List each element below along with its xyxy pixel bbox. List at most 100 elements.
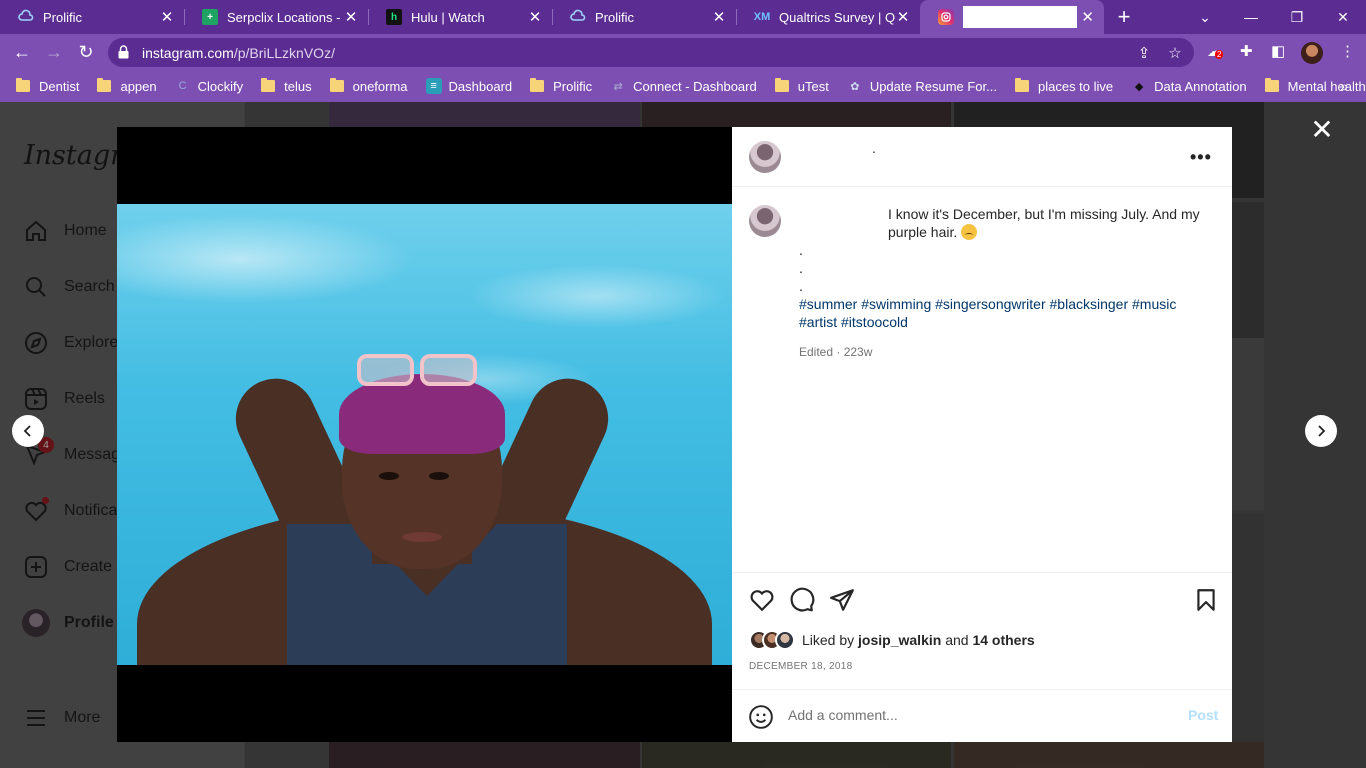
extension-icon[interactable]: ☁2: [1207, 42, 1224, 60]
bookmark-dashboard[interactable]: ≡ Dashboard: [425, 78, 512, 94]
more-options-icon[interactable]: •••: [1190, 147, 1212, 168]
author-avatar[interactable]: [749, 141, 781, 173]
bookmark-star-icon[interactable]: ☆: [1166, 44, 1184, 62]
bookmarks-overflow-icon[interactable]: »: [1340, 78, 1348, 94]
post-photo[interactable]: [117, 204, 732, 665]
liked-others[interactable]: 14 others: [972, 632, 1034, 648]
tab-title: Serpclix Locations - Go: [227, 9, 344, 25]
minimize-icon[interactable]: —: [1228, 0, 1274, 34]
bookmark-oneforma[interactable]: oneforma: [329, 78, 408, 94]
tab-title: [963, 6, 1078, 28]
post-media: [117, 127, 732, 742]
forward-icon[interactable]: →: [42, 40, 66, 64]
bookmarks-bar: Dentist appen C Clockify telus oneforma ≡…: [0, 70, 1366, 102]
bookmark-utest[interactable]: uTest: [774, 78, 829, 94]
close-tab-icon[interactable]: ✕: [896, 8, 910, 26]
bookmark-places-to-live[interactable]: places to live: [1014, 78, 1114, 94]
bookmark-data-annotation[interactable]: ◆ Data Annotation: [1131, 78, 1247, 94]
comment-icon[interactable]: [789, 587, 815, 613]
bookmark-label: Dentist: [39, 78, 80, 94]
puzzle-icon[interactable]: ✚: [1240, 42, 1253, 60]
close-modal-icon[interactable]: ✕: [1308, 116, 1336, 144]
post-actions: Liked by josip_walkin and 14 others DECE…: [732, 572, 1232, 690]
reload-icon[interactable]: ↻: [74, 40, 98, 64]
prolific-icon: [18, 9, 34, 25]
bookmark-dentist[interactable]: Dentist: [16, 78, 80, 94]
tab-instagram[interactable]: ✕: [920, 0, 1104, 34]
close-window-icon[interactable]: ✕: [1320, 0, 1366, 34]
close-tab-icon[interactable]: ✕: [1081, 8, 1094, 26]
likes-summary[interactable]: Liked by josip_walkin and 14 others: [749, 630, 1035, 650]
hashtags[interactable]: #artist #itstoocold: [799, 313, 1219, 331]
folder-icon: [1264, 78, 1279, 92]
folder-icon: [261, 78, 276, 92]
profile-avatar[interactable]: [1301, 42, 1323, 64]
caption-author-avatar[interactable]: [749, 205, 781, 237]
hashtags[interactable]: #summer #swimming #singersongwriter #bla…: [799, 295, 1219, 313]
bookmark-mental-health[interactable]: Mental health: [1264, 78, 1366, 94]
close-tab-icon[interactable]: ✕: [344, 8, 358, 26]
chatgpt-icon: ✿: [850, 80, 860, 93]
bookmark-clockify[interactable]: C Clockify: [175, 78, 244, 94]
post-modal: . ••• I know it's December, but I'm miss…: [117, 127, 1232, 742]
folder-icon: [530, 78, 545, 92]
hulu-icon: h: [386, 9, 402, 25]
like-heart-icon[interactable]: [749, 587, 775, 613]
restore-icon[interactable]: ❐: [1274, 0, 1320, 34]
side-panel-icon[interactable]: ◧: [1271, 42, 1285, 60]
window-controls: ⌄ — ❐ ✕: [1182, 0, 1366, 34]
post-comment-button[interactable]: Post: [1188, 707, 1218, 723]
liked-prefix: Liked by: [802, 632, 855, 648]
caption-text: I know it's December, but I'm missing Ju…: [888, 206, 1200, 240]
bookmark-update-resume[interactable]: ✿ Update Resume For...: [847, 78, 997, 94]
author-username[interactable]: .: [872, 140, 876, 156]
caption-dot: .: [799, 242, 803, 258]
post-date: DECEMBER 18, 2018: [749, 661, 853, 672]
tab-serpclix[interactable]: + Serpclix Locations - Go ✕: [184, 0, 368, 34]
bookmark-label: Mental health: [1287, 78, 1366, 94]
data-annotation-icon: ◆: [1134, 80, 1144, 93]
emoji-smile-icon[interactable]: [748, 704, 774, 730]
url-bar[interactable]: instagram.com/p/BriLLzknVOz/ ⇪ ☆: [108, 38, 1194, 67]
post-header: . •••: [732, 127, 1232, 187]
tab-prolific-1[interactable]: Prolific ✕: [0, 0, 184, 34]
close-tab-icon[interactable]: ✕: [160, 8, 174, 26]
next-post-button[interactable]: [1305, 415, 1337, 447]
liked-and: and: [945, 632, 969, 648]
bookmark-appen[interactable]: appen: [97, 78, 157, 94]
bookmark-label: oneforma: [352, 78, 408, 94]
sad-face-emoji-icon: [961, 224, 978, 240]
bookmark-label: uTest: [797, 78, 829, 94]
tab-search-icon[interactable]: ⌄: [1182, 0, 1228, 34]
tab-title: Prolific: [595, 9, 635, 25]
new-tab-button[interactable]: +: [1104, 0, 1144, 34]
save-bookmark-icon[interactable]: [1193, 587, 1219, 613]
close-tab-icon[interactable]: ✕: [528, 8, 542, 26]
tab-prolific-2[interactable]: Prolific ✕: [552, 0, 736, 34]
connect-icon: ⇄: [613, 80, 623, 93]
qualtrics-icon: XM: [753, 11, 771, 23]
caption-dot: .: [799, 260, 803, 276]
bookmark-connect-dashboard[interactable]: ⇄ Connect - Dashboard: [610, 78, 757, 94]
tab-qualtrics[interactable]: XM Qualtrics Survey | Qua ✕: [736, 0, 920, 34]
close-tab-icon[interactable]: ✕: [712, 8, 726, 26]
liker-avatar: [775, 630, 795, 650]
bookmark-telus[interactable]: telus: [261, 78, 312, 94]
tab-strip: Prolific ✕ + Serpclix Locations - Go ✕ h…: [0, 0, 1366, 34]
tab-hulu[interactable]: h Hulu | Watch ✕: [368, 0, 552, 34]
share-icon[interactable]: ⇪: [1135, 44, 1153, 62]
comment-input[interactable]: Add a comment...: [788, 707, 898, 723]
liked-user[interactable]: josip_walkin: [858, 632, 941, 648]
instagram-icon: [938, 9, 954, 25]
lock-icon: [118, 45, 129, 59]
bookmark-prolific[interactable]: Prolific: [530, 78, 592, 94]
post-caption: I know it's December, but I'm missing Ju…: [799, 205, 1219, 361]
prev-post-button[interactable]: [12, 415, 44, 447]
back-icon[interactable]: ←: [10, 40, 34, 64]
bookmark-label: places to live: [1037, 78, 1114, 94]
sheets-icon: +: [202, 9, 218, 25]
tab-title: Prolific: [43, 9, 83, 25]
chevron-right-icon: [1318, 425, 1326, 437]
share-send-icon[interactable]: [829, 587, 855, 613]
menu-kebab-icon[interactable]: ⋮: [1340, 42, 1355, 60]
